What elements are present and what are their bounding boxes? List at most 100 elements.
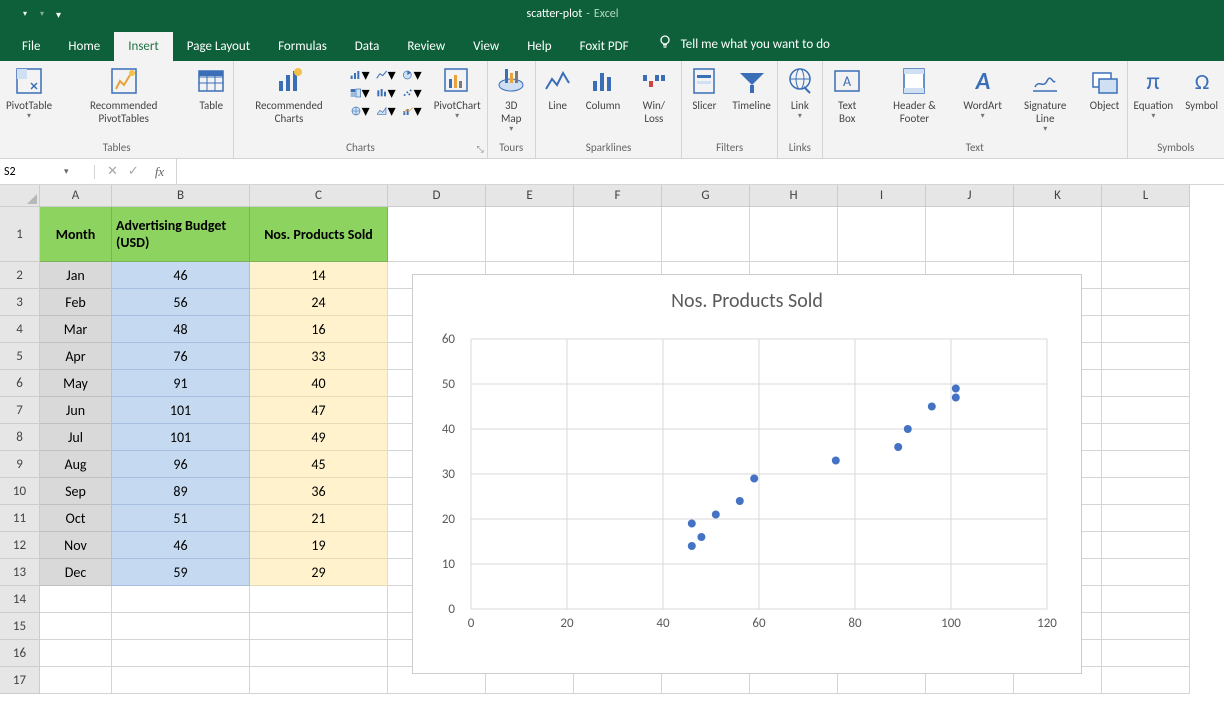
cell-E1[interactable] xyxy=(486,207,574,262)
cell-L16[interactable] xyxy=(1102,640,1190,667)
data-point[interactable] xyxy=(894,443,902,451)
cell-C16[interactable] xyxy=(250,640,388,667)
cell-A12[interactable]: Nov xyxy=(40,532,112,559)
data-point[interactable] xyxy=(688,520,696,528)
tell-me-search[interactable]: Tell me what you want to do xyxy=(643,27,844,61)
pivot-chart-button[interactable]: PivotChart▾ xyxy=(428,61,487,122)
cell-C8[interactable]: 49 xyxy=(250,424,388,451)
tab-view[interactable]: View xyxy=(459,32,513,61)
cell-L6[interactable] xyxy=(1102,370,1190,397)
cell-A2[interactable]: Jan xyxy=(40,262,112,289)
row-header-6[interactable]: 6 xyxy=(0,370,40,397)
data-point[interactable] xyxy=(688,542,696,550)
column-header-E[interactable]: E xyxy=(486,185,574,207)
cell-L9[interactable] xyxy=(1102,451,1190,478)
wordart-button[interactable]: AWordArt▾ xyxy=(957,61,1007,122)
row-header-3[interactable]: 3 xyxy=(0,289,40,316)
cell-L15[interactable] xyxy=(1102,613,1190,640)
cell-B10[interactable]: 89 xyxy=(112,478,250,505)
data-point[interactable] xyxy=(832,457,840,465)
cell-C17[interactable] xyxy=(250,667,388,694)
tab-review[interactable]: Review xyxy=(393,32,459,61)
sparkline-line-button[interactable]: Line xyxy=(536,61,580,112)
statistic-chart-icon[interactable]: ▾ xyxy=(376,85,396,101)
data-point[interactable] xyxy=(712,511,720,519)
chart-plot-area[interactable]: 0204060801001200102030405060 xyxy=(461,339,1057,629)
cell-L5[interactable] xyxy=(1102,343,1190,370)
cell-A6[interactable]: May xyxy=(40,370,112,397)
map-chart-icon[interactable]: ▾ xyxy=(350,103,370,119)
worksheet[interactable]: 1234567891011121314151617 ABCDEFGHIJKL M… xyxy=(0,185,1224,723)
cell-A10[interactable]: Sep xyxy=(40,478,112,505)
column-header-I[interactable]: I xyxy=(838,185,926,207)
cell-A4[interactable]: Mar xyxy=(40,316,112,343)
cell-C15[interactable] xyxy=(250,613,388,640)
tab-foxit-pdf[interactable]: Foxit PDF xyxy=(566,32,643,61)
tab-page-layout[interactable]: Page Layout xyxy=(173,32,264,61)
cell-L17[interactable] xyxy=(1102,667,1190,694)
undo-icon[interactable]: ▾ xyxy=(22,9,27,19)
cell-L14[interactable] xyxy=(1102,586,1190,613)
cell-B17[interactable] xyxy=(112,667,250,694)
tab-formulas[interactable]: Formulas xyxy=(264,32,341,61)
object-button[interactable]: Object xyxy=(1083,61,1127,112)
cell-B11[interactable]: 51 xyxy=(112,505,250,532)
column-header-L[interactable]: L xyxy=(1102,185,1190,207)
row-header-13[interactable]: 13 xyxy=(0,559,40,586)
cell-L1[interactable] xyxy=(1102,207,1190,262)
slicer-button[interactable]: Slicer xyxy=(682,61,726,112)
column-header-B[interactable]: B xyxy=(112,185,250,207)
cell-C1[interactable]: Nos. Products Sold xyxy=(250,207,388,262)
surface-chart-icon[interactable]: ▾ xyxy=(376,103,396,119)
cell-C4[interactable]: 16 xyxy=(250,316,388,343)
hierarchy-chart-icon[interactable]: ▾ xyxy=(350,85,370,101)
cell-L10[interactable] xyxy=(1102,478,1190,505)
tab-data[interactable]: Data xyxy=(341,32,394,61)
cell-J1[interactable] xyxy=(926,207,1014,262)
cell-L13[interactable] xyxy=(1102,559,1190,586)
cell-C6[interactable]: 40 xyxy=(250,370,388,397)
cell-C9[interactable]: 45 xyxy=(250,451,388,478)
tab-insert[interactable]: Insert xyxy=(114,32,173,61)
column-header-A[interactable]: A xyxy=(40,185,112,207)
recommended-pivot-button[interactable]: Recommended PivotTables xyxy=(58,61,189,125)
name-box[interactable]: ▾ xyxy=(0,165,95,179)
cell-L4[interactable] xyxy=(1102,316,1190,343)
cell-L11[interactable] xyxy=(1102,505,1190,532)
column-header-H[interactable]: H xyxy=(750,185,838,207)
row-header-17[interactable]: 17 xyxy=(0,667,40,694)
pivot-table-button[interactable]: PivotTable▾ xyxy=(0,61,58,122)
cancel-formula-icon[interactable]: ✕ xyxy=(107,164,118,179)
cell-F1[interactable] xyxy=(574,207,662,262)
cell-B16[interactable] xyxy=(112,640,250,667)
cell-C13[interactable]: 29 xyxy=(250,559,388,586)
data-point[interactable] xyxy=(697,533,705,541)
row-header-15[interactable]: 15 xyxy=(0,613,40,640)
data-point[interactable] xyxy=(750,475,758,483)
formula-input[interactable] xyxy=(177,165,1224,179)
cell-B12[interactable]: 46 xyxy=(112,532,250,559)
table-button[interactable]: Table xyxy=(189,61,233,112)
cell-B7[interactable]: 101 xyxy=(112,397,250,424)
cell-H1[interactable] xyxy=(750,207,838,262)
cell-L8[interactable] xyxy=(1102,424,1190,451)
row-header-7[interactable]: 7 xyxy=(0,397,40,424)
cell-B5[interactable]: 76 xyxy=(112,343,250,370)
select-all-corner[interactable] xyxy=(0,185,40,207)
cell-C5[interactable]: 33 xyxy=(250,343,388,370)
row-header-4[interactable]: 4 xyxy=(0,316,40,343)
cell-B3[interactable]: 56 xyxy=(112,289,250,316)
cell-L3[interactable] xyxy=(1102,289,1190,316)
sparkline-winloss-button[interactable]: Win/ Loss xyxy=(626,61,681,125)
cell-B13[interactable]: 59 xyxy=(112,559,250,586)
cell-C2[interactable]: 14 xyxy=(250,262,388,289)
cell-A8[interactable]: Jul xyxy=(40,424,112,451)
data-point[interactable] xyxy=(736,497,744,505)
cell-A7[interactable]: Jun xyxy=(40,397,112,424)
row-header-14[interactable]: 14 xyxy=(0,586,40,613)
row-header-8[interactable]: 8 xyxy=(0,424,40,451)
insert-function-icon[interactable]: fx xyxy=(149,164,164,180)
column-header-J[interactable]: J xyxy=(926,185,1014,207)
column-header-C[interactable]: C xyxy=(250,185,388,207)
cell-L7[interactable] xyxy=(1102,397,1190,424)
